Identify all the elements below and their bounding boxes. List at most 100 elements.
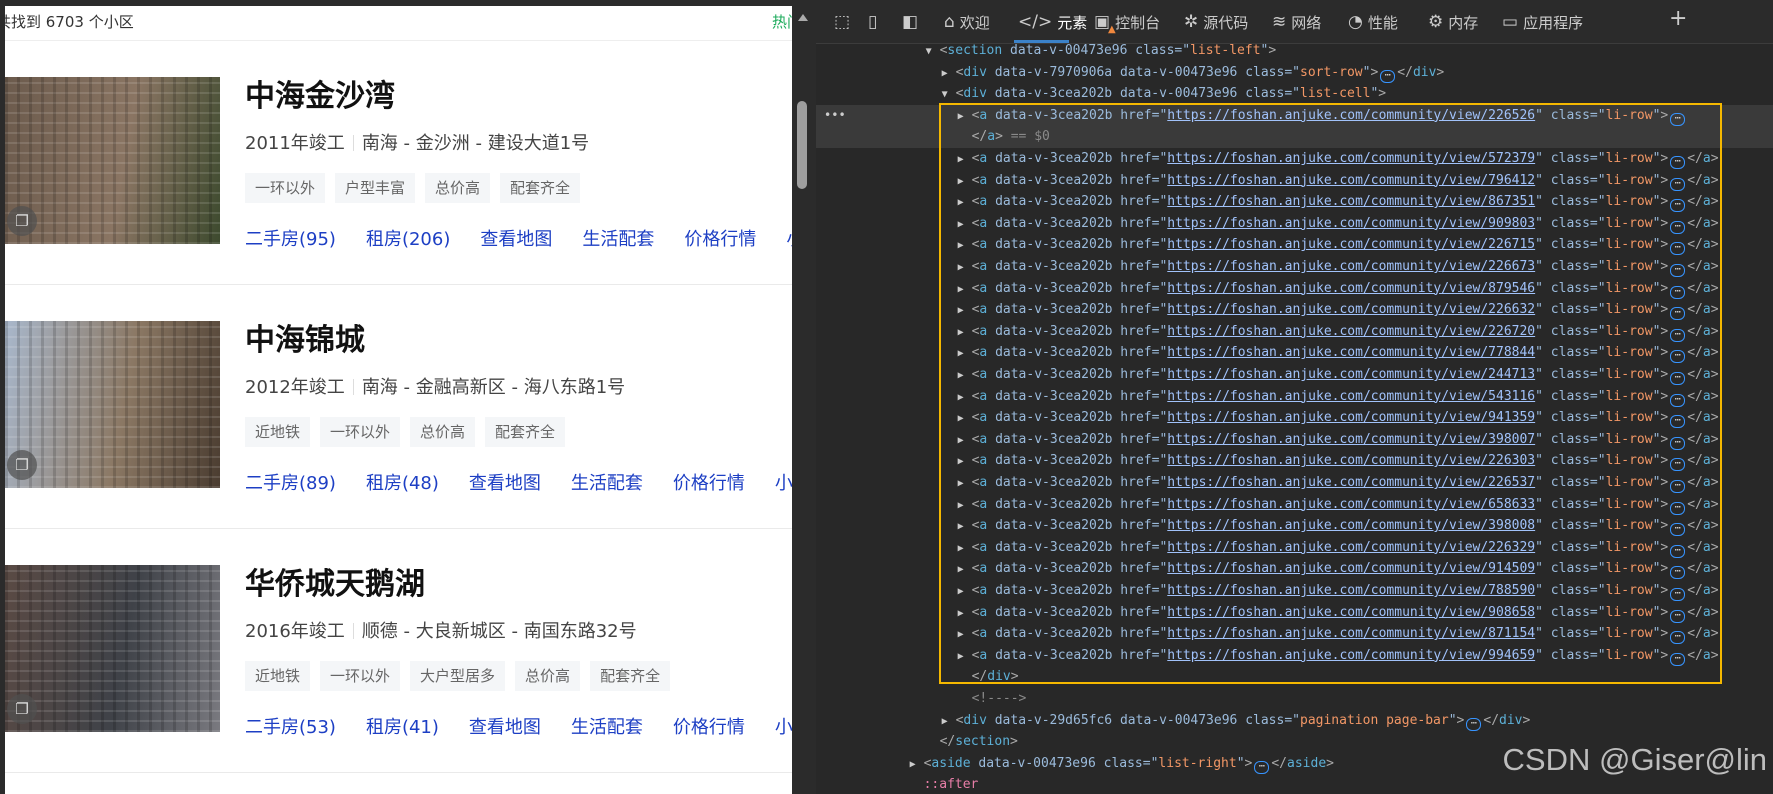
ellipsis-expand-button[interactable]: ⋯	[1670, 199, 1686, 213]
href-link[interactable]: https://foshan.anjuke.com/community/view…	[1167, 345, 1535, 360]
href-link[interactable]: https://foshan.anjuke.com/community/view…	[1167, 389, 1535, 404]
album-icon[interactable]: ❐	[7, 694, 37, 724]
ellipsis-expand-button[interactable]: ⋯	[1670, 393, 1686, 407]
ellipsis-expand-button[interactable]: ⋯	[1670, 523, 1686, 537]
dock-side-icon[interactable]: ◧	[902, 10, 918, 34]
dom-node-row[interactable]: </div>	[816, 666, 1773, 688]
dom-node-row[interactable]: ▶ <a data-v-3cea202b href="https://foshan…	[816, 278, 1773, 300]
scrollbar-thumb[interactable]	[797, 101, 807, 189]
community-link[interactable]: 查看地图	[469, 713, 541, 739]
dom-node-row[interactable]: ▶ <a data-v-3cea202b href="https://foshan…	[816, 299, 1773, 321]
href-link[interactable]: https://foshan.anjuke.com/community/view…	[1167, 626, 1535, 641]
ellipsis-expand-button[interactable]: ⋯	[1466, 717, 1482, 731]
collapsed-arrow-icon[interactable]: ▶	[958, 473, 972, 495]
community-link[interactable]: 二手房(53)	[245, 713, 336, 739]
ellipsis-expand-button[interactable]: ⋯	[1670, 415, 1686, 429]
ellipsis-expand-button[interactable]: ⋯	[1670, 177, 1686, 191]
ellipsis-expand-button[interactable]: ⋯	[1670, 372, 1686, 385]
href-link[interactable]: https://foshan.anjuke.com/community/view…	[1167, 583, 1535, 598]
dom-node-row[interactable]: ▶ <a data-v-3cea202b href="https://foshan…	[816, 342, 1773, 364]
community-link[interactable]: 小区相	[775, 713, 792, 739]
ellipsis-expand-button[interactable]: ⋯	[1670, 328, 1686, 342]
building-photo[interactable]: ❐	[5, 77, 220, 244]
href-link[interactable]: https://foshan.anjuke.com/community/view…	[1167, 259, 1535, 274]
dom-node-row[interactable]: ▼ <div data-v-3cea202b data-v-00473e96 cl…	[816, 83, 1773, 105]
href-link[interactable]: https://foshan.anjuke.com/community/view…	[1167, 605, 1535, 620]
ellipsis-expand-button[interactable]: ⋯	[1670, 112, 1686, 126]
community-link[interactable]: 小区相	[786, 225, 792, 251]
community-link[interactable]: 查看地图	[480, 225, 552, 251]
ellipsis-expand-button[interactable]: ⋯	[1670, 609, 1686, 623]
collapsed-arrow-icon[interactable]: ▶	[958, 495, 972, 517]
ellipsis-expand-button[interactable]: ⋯	[1670, 501, 1686, 515]
collapsed-arrow-icon[interactable]: ▶	[958, 516, 972, 538]
href-link[interactable]: https://foshan.anjuke.com/community/view…	[1167, 324, 1535, 339]
collapsed-arrow-icon[interactable]: ▶	[958, 343, 972, 365]
community-link[interactable]: 生活配套	[571, 713, 643, 739]
ellipsis-expand-button[interactable]: ⋯	[1254, 760, 1270, 774]
collapsed-arrow-icon[interactable]: ▶	[958, 149, 972, 171]
ellipsis-expand-button[interactable]: ⋯	[1670, 458, 1686, 472]
community-link[interactable]: 查看地图	[469, 469, 541, 495]
community-link[interactable]: 租房(41)	[366, 713, 439, 739]
href-link[interactable]: https://foshan.anjuke.com/community/view…	[1167, 497, 1535, 512]
dom-node-row[interactable]: ▶ <a data-v-3cea202b href="https://foshan…	[816, 450, 1773, 472]
dom-node-row[interactable]: </a> == $0	[816, 126, 1773, 148]
hot-sort-link[interactable]: 热门	[772, 11, 792, 32]
dom-node-row[interactable]: ▶ <a data-v-3cea202b href="https://foshan…	[816, 515, 1773, 537]
building-photo[interactable]: ❐	[5, 565, 220, 732]
href-link[interactable]: https://foshan.anjuke.com/community/view…	[1167, 237, 1535, 252]
community-title[interactable]: 中海锦城	[245, 315, 365, 359]
ellipsis-expand-button[interactable]: ⋯	[1670, 350, 1686, 364]
community-link[interactable]: 租房(48)	[366, 469, 439, 495]
community-link[interactable]: 价格行情	[673, 469, 745, 495]
dom-node-row[interactable]: ▶ <a data-v-3cea202b href="https://foshan…	[816, 191, 1773, 213]
add-tab-button[interactable]: +	[1669, 6, 1687, 31]
device-emulation-icon[interactable]: ▯	[868, 10, 877, 34]
dom-node-row[interactable]: ▶ <a data-v-3cea202b href="https://foshan…	[816, 558, 1773, 580]
tab-home[interactable]: ⌂ 欢迎	[944, 10, 990, 34]
collapsed-arrow-icon[interactable]: ▶	[942, 63, 956, 85]
href-link[interactable]: https://foshan.anjuke.com/community/view…	[1167, 561, 1535, 576]
ellipsis-expand-button[interactable]: ⋯	[1670, 307, 1686, 321]
collapsed-arrow-icon[interactable]: ▶	[958, 646, 972, 668]
ellipsis-expand-button[interactable]: ⋯	[1670, 652, 1686, 666]
dom-node-row[interactable]: ▶ <a data-v-3cea202b href="https://foshan…	[816, 602, 1773, 624]
dom-node-row[interactable]: ▶ <a data-v-3cea202b href="https://foshan…	[816, 472, 1773, 494]
dom-node-row[interactable]: ▶ <a data-v-3cea202b href="https://foshan…	[816, 170, 1773, 192]
href-link[interactable]: https://foshan.anjuke.com/community/view…	[1167, 453, 1535, 468]
href-link[interactable]: https://foshan.anjuke.com/community/view…	[1167, 108, 1535, 123]
community-link[interactable]: 租房(206)	[366, 225, 450, 251]
collapsed-arrow-icon[interactable]: ▶	[958, 538, 972, 560]
collapsed-arrow-icon[interactable]: ▶	[958, 451, 972, 473]
collapsed-arrow-icon[interactable]: ▶	[958, 430, 972, 452]
ellipsis-expand-button[interactable]: ⋯	[1670, 264, 1686, 277]
collapsed-arrow-icon[interactable]: ▶	[958, 235, 972, 257]
dom-node-row[interactable]: ▶ <a data-v-3cea202b href="https://foshan…	[816, 234, 1773, 256]
href-link[interactable]: https://foshan.anjuke.com/community/view…	[1167, 540, 1535, 555]
collapsed-arrow-icon[interactable]: ▶	[958, 279, 972, 301]
dom-node-row[interactable]: ▶ <a data-v-3cea202b href="https://foshan…	[816, 148, 1773, 170]
dom-node-row[interactable]: ▶ <div data-v-29d65fc6 data-v-00473e96 cl…	[816, 710, 1773, 732]
community-link[interactable]: 生活配套	[582, 225, 654, 251]
collapsed-arrow-icon[interactable]: ▶	[958, 365, 972, 387]
dom-node-row[interactable]: ▶ <a data-v-3cea202b href="https://foshan…	[816, 256, 1773, 278]
node-actions-icon[interactable]: •••	[824, 105, 846, 127]
collapsed-arrow-icon[interactable]: ▶	[958, 322, 972, 344]
dom-node-row[interactable]: ▶ <a data-v-3cea202b href="https://foshan…	[816, 321, 1773, 343]
community-link[interactable]: 价格行情	[684, 225, 756, 251]
dom-node-row[interactable]: ▶ <a data-v-3cea202b href="https://foshan…	[816, 213, 1773, 235]
href-link[interactable]: https://foshan.anjuke.com/community/view…	[1167, 216, 1535, 231]
collapsed-arrow-icon[interactable]: ▶	[942, 711, 956, 733]
href-link[interactable]: https://foshan.anjuke.com/community/view…	[1167, 281, 1535, 296]
collapsed-arrow-icon[interactable]: ▶	[910, 754, 924, 776]
dom-node-row[interactable]: ▶ <a data-v-3cea202b href="https://foshan…	[816, 580, 1773, 602]
community-link[interactable]: 价格行情	[673, 713, 745, 739]
community-link[interactable]: 生活配套	[571, 469, 643, 495]
collapsed-arrow-icon[interactable]: ▶	[958, 192, 972, 214]
ellipsis-expand-button[interactable]: ⋯	[1670, 220, 1686, 234]
dom-node-row[interactable]: ▶ <a data-v-3cea202b href="https://foshan…	[816, 364, 1773, 386]
href-link[interactable]: https://foshan.anjuke.com/community/view…	[1167, 410, 1535, 425]
dom-node-row[interactable]: ▶ ••• <a data-v-3cea202b href="https://fos…	[816, 104, 1773, 127]
collapsed-arrow-icon[interactable]: ▶	[958, 300, 972, 322]
